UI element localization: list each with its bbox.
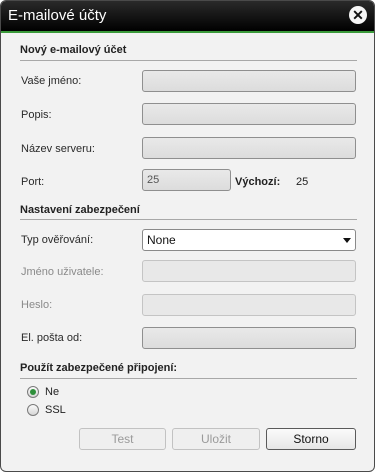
name-input[interactable] [142,70,356,92]
save-button[interactable]: Uložit [172,428,260,450]
password-label: Heslo: [21,299,53,311]
from-email-input[interactable] [142,327,356,349]
secure-connection-heading: Použít zabezpečené připojení: [20,362,178,374]
name-label: Vaše jméno: [21,75,82,87]
username-label: Jméno uživatele: [21,266,104,278]
server-name-input[interactable] [142,137,356,159]
title-bar: E-mailové účty ✕ [1,1,374,31]
description-label: Popis: [21,109,52,121]
port-label: Port: [21,176,45,188]
default-port-label: Výchozí: [235,176,281,188]
auth-type-value: None [147,233,176,247]
dialog-content: Nový e-mailový účet Vaše jméno: Popis: N… [2,33,373,470]
account-section-heading: Nový e-mailový účet [20,44,127,56]
from-email-label: El. pošta od: [21,332,83,344]
email-accounts-dialog: E-mailové účty ✕ Nový e-mailový účet Vaš… [0,0,375,472]
port-input[interactable]: 25 [142,169,231,191]
description-input[interactable] [142,103,356,125]
close-icon[interactable]: ✕ [349,6,367,24]
chevron-down-icon [343,238,351,243]
cancel-button[interactable]: Storno [266,428,356,450]
section-divider [20,219,357,220]
radio-no-label: Ne [45,386,60,398]
username-input[interactable] [142,260,356,282]
server-name-label: Název serveru: [21,143,95,155]
password-input[interactable] [142,294,356,316]
radio-ssl-label: SSL [45,404,66,416]
auth-type-select[interactable]: None [142,229,356,251]
section-divider [20,378,357,379]
test-button[interactable]: Test [79,428,166,450]
window-title: E-mailové účty [8,7,107,24]
section-divider [20,60,357,61]
radio-no[interactable] [27,386,39,398]
auth-type-label: Typ ověřování: [21,234,94,246]
radio-ssl[interactable] [27,404,39,416]
default-port-value: 25 [296,176,309,188]
security-section-heading: Nastavení zabezpečení [20,204,140,216]
